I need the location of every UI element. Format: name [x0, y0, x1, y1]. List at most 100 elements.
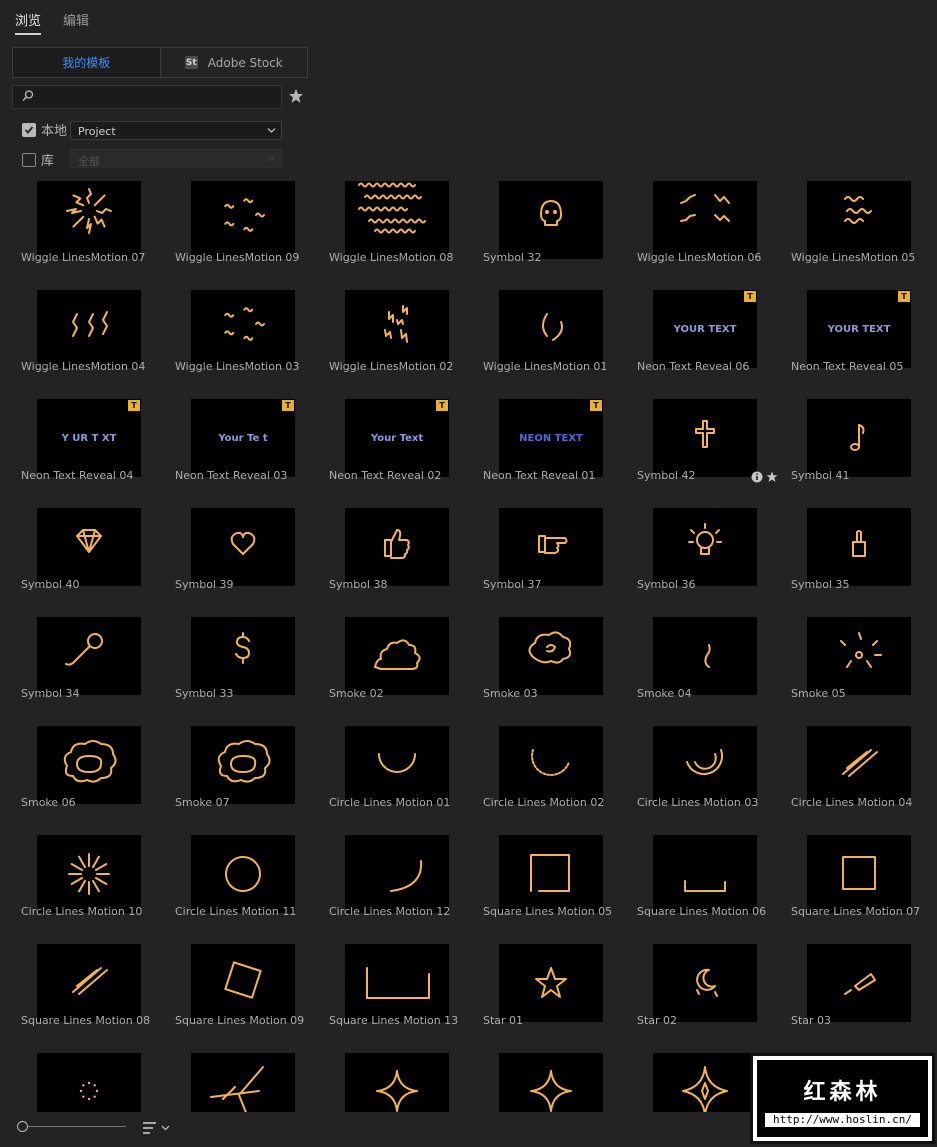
- template-thumbnail[interactable]: [345, 726, 449, 804]
- template-item[interactable]: [483, 1039, 637, 1121]
- template-thumbnail[interactable]: [37, 726, 141, 804]
- template-item[interactable]: Square Lines Motion 08: [21, 930, 175, 1039]
- template-thumbnail[interactable]: [191, 617, 295, 695]
- template-thumbnail[interactable]: [807, 944, 911, 1022]
- template-item[interactable]: Smoke 07: [175, 712, 329, 821]
- template-item[interactable]: YOUR TEXT T Neon Text Reveal 06: [637, 276, 791, 385]
- tab-edit[interactable]: 编辑: [63, 10, 89, 35]
- template-item[interactable]: Wiggle LinesMotion 05: [791, 181, 933, 276]
- template-item[interactable]: Symbol 34: [21, 603, 175, 712]
- template-item[interactable]: NEON TEXT T Neon Text Reveal 01: [483, 385, 637, 494]
- template-item[interactable]: Circle Lines Motion 11: [175, 821, 329, 930]
- template-thumbnail[interactable]: Y UR T XT T: [37, 399, 141, 477]
- template-thumbnail[interactable]: [191, 726, 295, 804]
- template-thumbnail[interactable]: [37, 944, 141, 1022]
- template-thumbnail[interactable]: [345, 290, 449, 368]
- template-item[interactable]: Smoke 05: [791, 603, 933, 712]
- template-thumbnail[interactable]: [345, 1053, 449, 1121]
- my-templates-button[interactable]: 我的模板: [13, 48, 161, 77]
- template-item[interactable]: Square Lines Motion 07: [791, 821, 933, 930]
- template-item[interactable]: Symbol 32: [483, 181, 637, 276]
- template-thumbnail[interactable]: [499, 181, 603, 259]
- template-item[interactable]: Smoke 06: [21, 712, 175, 821]
- template-item[interactable]: Wiggle LinesMotion 03: [175, 276, 329, 385]
- template-item[interactable]: Symbol 40: [21, 494, 175, 603]
- sort-menu-icon[interactable]: [141, 1120, 173, 1136]
- library-checkbox[interactable]: [22, 152, 36, 167]
- template-thumbnail[interactable]: [807, 726, 911, 804]
- template-thumbnail[interactable]: [653, 835, 757, 913]
- template-thumbnail[interactable]: Your Te t T: [191, 399, 295, 477]
- template-thumbnail[interactable]: [653, 399, 757, 477]
- template-item[interactable]: Circle Lines Motion 10: [21, 821, 175, 930]
- template-thumbnail[interactable]: YOUR TEXT T: [807, 290, 911, 368]
- template-thumbnail[interactable]: [191, 944, 295, 1022]
- template-item[interactable]: Your Te t T Neon Text Reveal 03: [175, 385, 329, 494]
- template-item[interactable]: [175, 1039, 329, 1121]
- template-thumbnail[interactable]: [191, 1053, 295, 1121]
- template-thumbnail[interactable]: [37, 617, 141, 695]
- template-thumbnail[interactable]: [191, 508, 295, 586]
- template-thumbnail[interactable]: [37, 290, 141, 368]
- template-item[interactable]: YOUR TEXT T Neon Text Reveal 05: [791, 276, 933, 385]
- template-thumbnail[interactable]: [653, 1053, 757, 1121]
- template-item[interactable]: Symbol 39: [175, 494, 329, 603]
- template-thumbnail[interactable]: [653, 617, 757, 695]
- template-item[interactable]: Wiggle LinesMotion 08: [329, 181, 483, 276]
- template-item[interactable]: Symbol 42: [637, 385, 791, 494]
- template-item[interactable]: Wiggle LinesMotion 07: [21, 181, 175, 276]
- template-thumbnail[interactable]: [345, 617, 449, 695]
- template-item[interactable]: Smoke 03: [483, 603, 637, 712]
- template-thumbnail[interactable]: [499, 617, 603, 695]
- template-item[interactable]: Symbol 37: [483, 494, 637, 603]
- info-icon[interactable]: [751, 471, 763, 483]
- template-item[interactable]: Symbol 33: [175, 603, 329, 712]
- template-item[interactable]: Star 03: [791, 930, 933, 1039]
- template-thumbnail[interactable]: [37, 835, 141, 913]
- template-item[interactable]: Symbol 41: [791, 385, 933, 494]
- template-item[interactable]: Star 02: [637, 930, 791, 1039]
- template-item[interactable]: Circle Lines Motion 02: [483, 712, 637, 821]
- template-thumbnail[interactable]: Your Text T: [345, 399, 449, 477]
- template-item[interactable]: Circle Lines Motion 03: [637, 712, 791, 821]
- template-thumbnail[interactable]: [499, 835, 603, 913]
- template-thumbnail[interactable]: [807, 835, 911, 913]
- template-item[interactable]: Symbol 35: [791, 494, 933, 603]
- template-thumbnail[interactable]: [37, 1053, 141, 1121]
- local-select[interactable]: Project: [70, 121, 282, 140]
- template-thumbnail[interactable]: [345, 508, 449, 586]
- template-item[interactable]: Symbol 36: [637, 494, 791, 603]
- template-item[interactable]: Wiggle LinesMotion 01: [483, 276, 637, 385]
- template-thumbnail[interactable]: [499, 508, 603, 586]
- favorite-star-icon[interactable]: [766, 471, 778, 483]
- template-item[interactable]: Smoke 02: [329, 603, 483, 712]
- template-thumbnail[interactable]: [191, 835, 295, 913]
- template-item[interactable]: Circle Lines Motion 01: [329, 712, 483, 821]
- template-item[interactable]: Y UR T XT T Neon Text Reveal 04: [21, 385, 175, 494]
- template-thumbnail[interactable]: [653, 726, 757, 804]
- template-item[interactable]: Circle Lines Motion 04: [791, 712, 933, 821]
- template-thumbnail[interactable]: NEON TEXT T: [499, 399, 603, 477]
- template-thumbnail[interactable]: [807, 181, 911, 259]
- template-thumbnail[interactable]: YOUR TEXT T: [653, 290, 757, 368]
- template-thumbnail[interactable]: [345, 181, 449, 259]
- favorites-star-icon[interactable]: [288, 88, 304, 104]
- tab-browse[interactable]: 浏览: [15, 10, 42, 35]
- adobe-stock-button[interactable]: St Adobe Stock: [161, 48, 308, 77]
- template-item[interactable]: Star 01: [483, 930, 637, 1039]
- template-thumbnail[interactable]: [807, 508, 911, 586]
- slider-knob[interactable]: [17, 1121, 28, 1132]
- template-thumbnail[interactable]: [499, 726, 603, 804]
- template-thumbnail[interactable]: [191, 290, 295, 368]
- template-thumbnail[interactable]: [345, 944, 449, 1022]
- template-item[interactable]: Wiggle LinesMotion 04: [21, 276, 175, 385]
- template-thumbnail[interactable]: [807, 617, 911, 695]
- search-input[interactable]: [12, 85, 282, 109]
- template-item[interactable]: [329, 1039, 483, 1121]
- template-item[interactable]: Wiggle LinesMotion 09: [175, 181, 329, 276]
- template-item[interactable]: Wiggle LinesMotion 02: [329, 276, 483, 385]
- template-thumbnail[interactable]: [37, 181, 141, 259]
- thumbnail-size-slider[interactable]: [22, 1126, 126, 1127]
- template-item[interactable]: Circle Lines Motion 12: [329, 821, 483, 930]
- local-checkbox[interactable]: [22, 122, 36, 137]
